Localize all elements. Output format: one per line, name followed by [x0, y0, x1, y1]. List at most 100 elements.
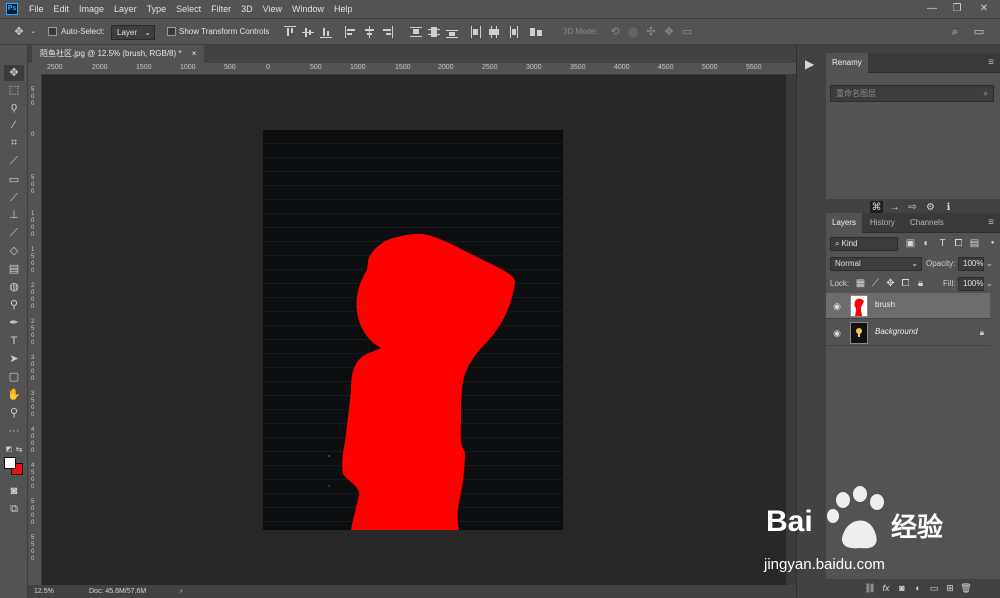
align-top-edges-icon[interactable]	[284, 26, 296, 38]
tab-channels[interactable]: Channels	[904, 213, 950, 233]
crop-tool-icon[interactable]: ⌗	[4, 135, 24, 151]
pen-tool-icon[interactable]: ✒	[4, 315, 24, 331]
auto-align-layers-icon[interactable]	[530, 26, 542, 38]
distribute-left-icon[interactable]	[470, 26, 482, 38]
filter-smart-object-icon[interactable]: ▤	[968, 237, 981, 250]
menu-type[interactable]: Type	[142, 0, 172, 18]
vertical-scrollbar[interactable]	[786, 75, 796, 585]
layer-row-background[interactable]: ◉ Background 🔒︎	[826, 320, 990, 346]
eye-icon[interactable]: ◉	[832, 328, 842, 338]
layer-name[interactable]: brush	[875, 300, 895, 309]
fill-input[interactable]: 100%	[958, 277, 984, 291]
auto-select-dropdown[interactable]: Layer ⌄	[111, 25, 155, 40]
eye-icon[interactable]: ◉	[832, 301, 842, 311]
3d-roll-icon[interactable]: ◎	[626, 25, 640, 39]
search-icon[interactable]: ⌕	[984, 86, 988, 101]
distribute-top-icon[interactable]	[410, 26, 422, 38]
kind-filter-dropdown[interactable]: ⌕ Kind	[830, 237, 898, 251]
menu-select[interactable]: Select	[171, 0, 206, 18]
layer-mask-icon[interactable]: ◙	[896, 582, 908, 594]
status-menu-arrow[interactable]: ›	[180, 585, 182, 598]
zoom-level[interactable]: 12.5%	[34, 585, 54, 598]
chevron-down-icon[interactable]: ⌄	[26, 25, 40, 39]
marquee-tool-icon[interactable]: ⬚	[4, 82, 24, 98]
move-tool-icon[interactable]: ✥	[12, 25, 26, 39]
history-brush-tool-icon[interactable]: ⟋	[4, 225, 24, 241]
3d-pan-icon[interactable]: ✣	[644, 25, 658, 39]
adjustment-layer-icon[interactable]: ◐	[912, 582, 924, 594]
menu-layer[interactable]: Layer	[109, 0, 142, 18]
menu-help[interactable]: Help	[329, 0, 358, 18]
tab-renamy[interactable]: Renamy	[826, 53, 868, 73]
shape-tool-icon[interactable]: ▢	[4, 369, 24, 385]
screen-mode-icon[interactable]: ⧉	[4, 501, 24, 517]
menu-file[interactable]: File	[24, 0, 49, 18]
opacity-input[interactable]: 100%	[958, 257, 984, 271]
distribute-bottom-icon[interactable]	[446, 26, 458, 38]
menu-3d[interactable]: 3D	[236, 0, 258, 18]
lock-image-icon[interactable]: ⟋	[869, 277, 882, 290]
dodge-tool-icon[interactable]: ⚲	[4, 297, 24, 313]
menu-image[interactable]: Image	[74, 0, 109, 18]
document-image[interactable]	[263, 130, 563, 530]
foreground-color-swatch[interactable]	[4, 457, 16, 469]
default-colors-icon[interactable]: ◩	[4, 442, 14, 458]
close-window-button[interactable]: ✕	[972, 0, 996, 18]
panel-menu-icon[interactable]: ≡	[988, 218, 994, 228]
show-transform-checkbox[interactable]	[167, 27, 176, 36]
magic-wand-tool-icon[interactable]: ⁄	[4, 117, 24, 133]
eraser-tool-icon[interactable]: ◇	[4, 243, 24, 259]
tab-layers[interactable]: Layers	[826, 213, 863, 233]
delete-layer-icon[interactable]: 🗑︎	[960, 582, 972, 594]
distribute-right-icon[interactable]	[506, 26, 518, 38]
filter-adjustment-icon[interactable]: ◐	[920, 237, 933, 250]
align-left-edges-icon[interactable]	[345, 26, 357, 38]
filter-pixel-icon[interactable]: ▣	[904, 237, 917, 250]
canvas-area[interactable]	[42, 75, 796, 585]
link-layers-icon[interactable]: ⛓	[864, 582, 876, 594]
filter-toggle-icon[interactable]: ●	[986, 237, 999, 250]
workspace-icon[interactable]: ▭	[972, 25, 986, 39]
layer-name[interactable]: Background	[875, 327, 918, 336]
new-group-icon[interactable]: ▭	[928, 582, 940, 594]
move-tool-icon[interactable]: ✥	[4, 65, 24, 81]
blend-mode-dropdown[interactable]: Normal ⌄	[830, 257, 922, 271]
eyedropper-tool-icon[interactable]: ⟋	[4, 153, 24, 169]
lock-icon[interactable]: 🔒︎	[980, 328, 984, 338]
distribute-horizontal-centers-icon[interactable]	[488, 26, 500, 38]
align-horizontal-centers-icon[interactable]	[363, 26, 375, 38]
menu-filter[interactable]: Filter	[206, 0, 236, 18]
chevron-down-icon[interactable]: ⌄	[986, 257, 993, 271]
menu-view[interactable]: View	[258, 0, 287, 18]
path-selection-tool-icon[interactable]: ➤	[4, 351, 24, 367]
brush-tool-icon[interactable]: ⟋	[4, 190, 24, 206]
panel-menu-icon[interactable]: ≡	[988, 58, 994, 68]
3d-scale-icon[interactable]: ▭	[680, 25, 694, 39]
play-icon[interactable]: ▶	[805, 57, 814, 71]
hand-tool-icon[interactable]: ✋	[4, 387, 24, 403]
chevron-down-icon[interactable]: ⌄	[986, 277, 993, 291]
type-tool-icon[interactable]: T	[4, 333, 24, 349]
restore-button[interactable]: ❐	[945, 0, 969, 18]
filter-type-icon[interactable]: T	[936, 237, 949, 250]
menu-edit[interactable]: Edit	[49, 0, 75, 18]
lock-all-icon[interactable]: 🔒︎	[914, 277, 927, 290]
align-right-edges-icon[interactable]	[381, 26, 393, 38]
healing-brush-tool-icon[interactable]: ▭	[4, 172, 24, 188]
3d-orbit-icon[interactable]: ⟲	[608, 25, 622, 39]
search-icon[interactable]: ⌕	[948, 25, 962, 39]
distribute-vertical-centers-icon[interactable]	[428, 26, 440, 38]
gradient-tool-icon[interactable]: ▤	[4, 261, 24, 277]
filter-shape-icon[interactable]: ⧠	[952, 237, 965, 250]
more-tools-icon[interactable]: ···	[4, 423, 24, 439]
menu-window[interactable]: Window	[287, 0, 329, 18]
rename-layer-input[interactable]: 重命名图层 ⌕	[830, 85, 994, 102]
swap-colors-icon[interactable]: ⇆	[14, 442, 24, 458]
tab-history[interactable]: History	[864, 213, 901, 233]
lasso-tool-icon[interactable]: ϙ	[4, 99, 24, 115]
document-tab[interactable]: 陌鱼社区.jpg @ 12.5% (brush, RGB/8) * ×	[32, 45, 205, 63]
3d-slide-icon[interactable]: ✥	[662, 25, 676, 39]
lock-artboard-icon[interactable]: ⧠	[899, 277, 912, 290]
lock-transparent-icon[interactable]: ▦	[854, 277, 867, 290]
close-tab-icon[interactable]: ×	[192, 49, 197, 58]
